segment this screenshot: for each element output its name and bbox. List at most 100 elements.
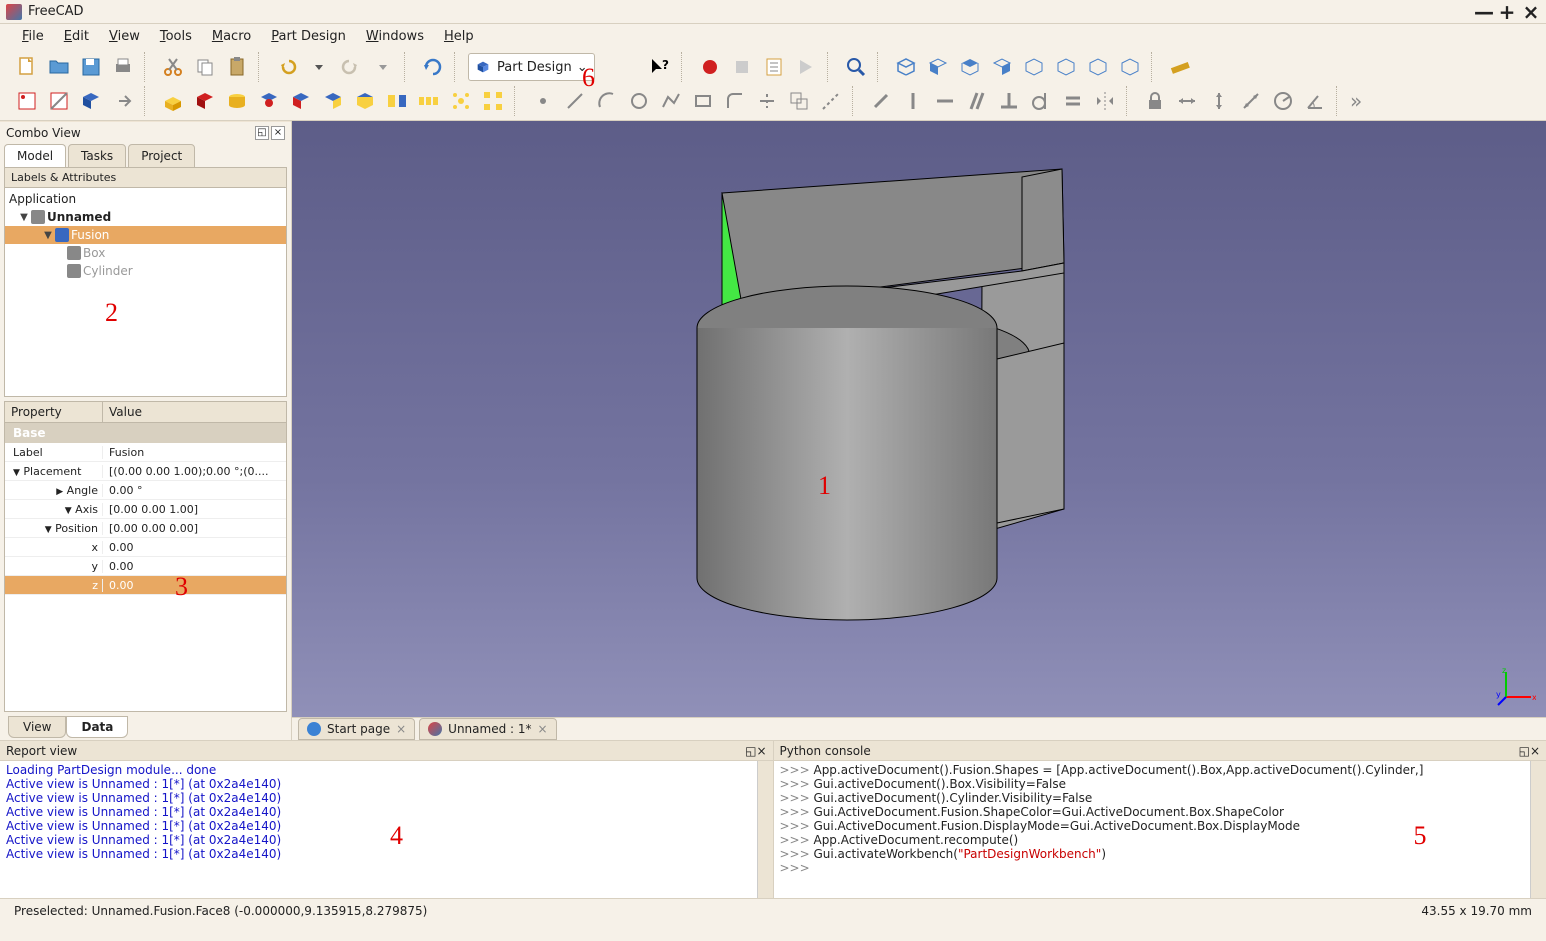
python-scrollbar[interactable]	[1530, 761, 1546, 898]
property-row[interactable]: z0.00	[5, 576, 286, 595]
copy-button[interactable]	[190, 52, 220, 82]
tree-item-fusion[interactable]: ▼Fusion	[5, 226, 286, 244]
view-top-button[interactable]	[955, 52, 985, 82]
measure-button[interactable]	[1165, 52, 1195, 82]
sketch-leave-button[interactable]	[108, 86, 138, 116]
sketch-new-button[interactable]	[12, 86, 42, 116]
doctab-unnamed[interactable]: Unnamed : 1* ×	[419, 718, 556, 740]
tab-data[interactable]: Data	[66, 716, 128, 738]
window-close-button[interactable]: ×	[1522, 0, 1540, 24]
constraint-parallel-button[interactable]	[962, 86, 992, 116]
constraint-horizontal-button[interactable]	[930, 86, 960, 116]
property-row[interactable]: y0.00	[5, 557, 286, 576]
report-view-body[interactable]: Loading PartDesign module... doneActive …	[0, 761, 773, 898]
python-console-body[interactable]: >>> App.activeDocument().Fusion.Shapes =…	[774, 761, 1546, 898]
panel-close-button[interactable]: ×	[1530, 744, 1540, 758]
menu-macro[interactable]: Macro	[204, 27, 259, 46]
constraint-distance-v-button[interactable]	[1204, 86, 1234, 116]
constraint-angle-button[interactable]	[1300, 86, 1330, 116]
linear-pattern-button[interactable]	[414, 86, 444, 116]
menu-tools[interactable]: Tools	[152, 27, 200, 46]
multitransform-button[interactable]	[478, 86, 508, 116]
constraint-radius-button[interactable]	[1268, 86, 1298, 116]
panel-close-button[interactable]: ×	[271, 126, 285, 140]
macro-list-button[interactable]	[759, 52, 789, 82]
property-row[interactable]: LabelFusion	[5, 443, 286, 462]
tab-tasks[interactable]: Tasks	[68, 144, 126, 168]
groove-button[interactable]	[254, 86, 284, 116]
tree-root[interactable]: Application	[5, 190, 286, 208]
sketch-trim-button[interactable]	[752, 86, 782, 116]
view-left-button[interactable]	[1083, 52, 1113, 82]
constraint-coincident-button[interactable]	[866, 86, 896, 116]
constraint-length-button[interactable]	[1236, 86, 1266, 116]
doctab-close-icon[interactable]: ×	[396, 722, 406, 736]
menu-file[interactable]: File	[14, 27, 52, 46]
constraint-vertical-button[interactable]	[898, 86, 928, 116]
sketch-point-button[interactable]	[528, 86, 558, 116]
save-file-button[interactable]	[76, 52, 106, 82]
sketch-circle-button[interactable]	[624, 86, 654, 116]
sketch-rectangle-button[interactable]	[688, 86, 718, 116]
constraint-equal-button[interactable]	[1058, 86, 1088, 116]
tree-view[interactable]: Labels & Attributes Application ▼Unnamed…	[4, 167, 287, 397]
property-row[interactable]: ▼ Axis[0.00 0.00 1.00]	[5, 500, 286, 519]
property-view[interactable]: Property Value Base LabelFusion▼ Placeme…	[4, 401, 287, 712]
doctab-close-icon[interactable]: ×	[538, 722, 548, 736]
sketch-external-button[interactable]	[784, 86, 814, 116]
panel-float-button[interactable]: ◱	[745, 744, 756, 758]
tree-item-cylinder[interactable]: Cylinder	[5, 262, 286, 280]
panel-float-button[interactable]: ◱	[1519, 744, 1530, 758]
sketch-fillet-button[interactable]	[720, 86, 750, 116]
view-iso-button[interactable]	[1115, 52, 1145, 82]
print-button[interactable]	[108, 52, 138, 82]
sketch-polyline-button[interactable]	[656, 86, 686, 116]
whatsthis-button[interactable]: ?	[645, 52, 675, 82]
sketch-edit-button[interactable]	[44, 86, 74, 116]
tab-project[interactable]: Project	[128, 144, 195, 168]
fillet-button[interactable]	[286, 86, 316, 116]
constraint-distance-h-button[interactable]	[1172, 86, 1202, 116]
chamfer-button[interactable]	[318, 86, 348, 116]
constraint-tangent-button[interactable]	[1026, 86, 1056, 116]
undo-dropdown[interactable]	[304, 52, 334, 82]
new-file-button[interactable]	[12, 52, 42, 82]
menu-windows[interactable]: Windows	[358, 27, 432, 46]
redo-button[interactable]	[336, 52, 366, 82]
panel-close-button[interactable]: ×	[756, 744, 766, 758]
tab-model[interactable]: Model	[4, 144, 66, 168]
doctab-start-page[interactable]: Start page ×	[298, 718, 415, 740]
sketch-map-button[interactable]	[76, 86, 106, 116]
property-row[interactable]: ▼ Placement[(0.00 0.00 1.00);0.00 °;(0..…	[5, 462, 286, 481]
revolution-button[interactable]	[222, 86, 252, 116]
property-row[interactable]: ▶ Angle0.00 °	[5, 481, 286, 500]
constraint-symmetric-button[interactable]	[1090, 86, 1120, 116]
sketch-construction-button[interactable]	[816, 86, 846, 116]
polar-pattern-button[interactable]	[446, 86, 476, 116]
window-maximize-button[interactable]: +	[1498, 0, 1516, 24]
cut-button[interactable]	[158, 52, 188, 82]
menu-edit[interactable]: Edit	[56, 27, 97, 46]
sketch-arc-button[interactable]	[592, 86, 622, 116]
macro-stop-button[interactable]	[727, 52, 757, 82]
constraint-perpendicular-button[interactable]	[994, 86, 1024, 116]
3d-canvas[interactable]: 1 x z y	[292, 121, 1546, 717]
undo-button[interactable]	[272, 52, 302, 82]
refresh-button[interactable]	[418, 52, 448, 82]
report-scrollbar[interactable]	[757, 761, 773, 898]
window-minimize-button[interactable]: —	[1474, 0, 1492, 24]
macro-record-button[interactable]	[695, 52, 725, 82]
open-file-button[interactable]	[44, 52, 74, 82]
redo-dropdown[interactable]	[368, 52, 398, 82]
property-row[interactable]: x0.00	[5, 538, 286, 557]
view-axo-button[interactable]	[891, 52, 921, 82]
tree-doc[interactable]: ▼Unnamed	[5, 208, 286, 226]
view-front-button[interactable]	[923, 52, 953, 82]
mirror-button[interactable]	[382, 86, 412, 116]
paste-button[interactable]	[222, 52, 252, 82]
property-row[interactable]: ▼ Position[0.00 0.00 0.00]	[5, 519, 286, 538]
macro-run-button[interactable]	[791, 52, 821, 82]
tree-item-box[interactable]: Box	[5, 244, 286, 262]
sketch-line-button[interactable]	[560, 86, 590, 116]
workbench-selector[interactable]: Part Design ⌄	[468, 53, 595, 81]
